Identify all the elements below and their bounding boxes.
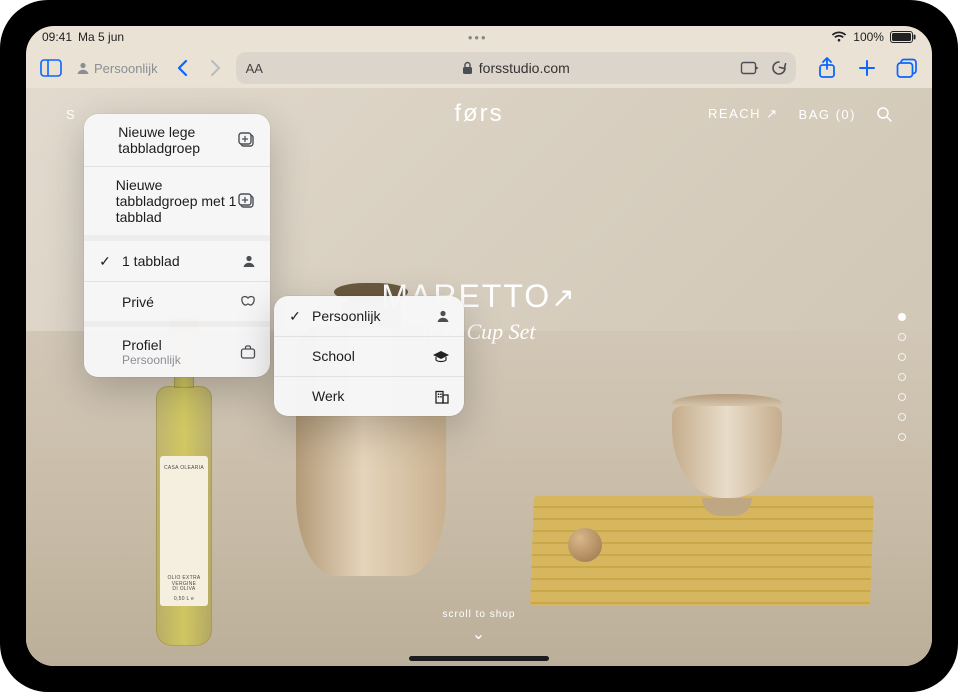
page-dot[interactable] [898, 433, 906, 441]
bottle-size: 0,50 L e [174, 597, 194, 603]
lock-icon [462, 61, 473, 75]
sidebar-button[interactable] [36, 53, 66, 83]
graduation-icon [432, 350, 450, 364]
reload-icon[interactable] [770, 59, 788, 77]
forward-button[interactable] [200, 53, 230, 83]
profile-option-werk[interactable]: Werk [274, 376, 464, 416]
chevron-down-icon: ⌄ [443, 624, 516, 644]
new-tab-button[interactable] [852, 53, 882, 83]
status-bar: 09:41 Ma 5 jun ••• 100% [26, 26, 932, 48]
profile-option-school[interactable]: School [274, 336, 464, 376]
home-indicator[interactable] [409, 656, 549, 661]
tabgroup-menu: Nieuwe lege tabbladgroep Nieuwe tabbladg… [84, 114, 270, 377]
screen: 09:41 Ma 5 jun ••• 100% Persoonlijk [26, 26, 932, 666]
tabgroup-add-icon [238, 193, 256, 209]
page-dot[interactable] [898, 313, 906, 321]
site-reach-link[interactable]: REACH ↗ [708, 106, 779, 122]
scroll-hint[interactable]: scroll to shop ⌄ [443, 609, 516, 644]
hero-cup [662, 396, 792, 516]
menu-label: Nieuwe tabbladgroep met 1 tabblad [116, 177, 238, 225]
wifi-icon [831, 31, 847, 43]
profile-option-persoonlijk[interactable]: ✓ Persoonlijk [274, 296, 464, 336]
site-brand[interactable]: førs [454, 100, 503, 128]
bottle-brand: CASA OLEARIA [164, 466, 204, 472]
checkmark-icon: ✓ [98, 253, 112, 270]
bottle-label: CASA OLEARIA OLIO EXTRA VERGINE DI OLIVA… [160, 456, 208, 606]
menu-profile-sublabel: Persoonlijk [122, 354, 181, 368]
hero-nut [568, 528, 602, 562]
ipad-device-frame: 09:41 Ma 5 jun ••• 100% Persoonlijk [0, 0, 958, 692]
menu-profile[interactable]: ProfielPersoonlijk [84, 327, 270, 377]
browser-toolbar: Persoonlijk AA forsstudio.com [26, 48, 932, 88]
site-bag-link[interactable]: BAG (0) [799, 107, 856, 122]
menu-one-tab[interactable]: ✓ 1 tabblad [84, 241, 270, 281]
profile-submenu: ✓ Persoonlijk School Werk [274, 296, 464, 416]
reader-aa-icon[interactable]: AA [246, 61, 263, 76]
url-text: forsstudio.com [479, 60, 570, 76]
menu-new-empty-tabgroup[interactable]: Nieuwe lege tabbladgroep [84, 114, 270, 166]
profile-chip-label: Persoonlijk [94, 61, 158, 76]
menu-private[interactable]: Privé [84, 281, 270, 321]
battery-percent: 100% [853, 30, 884, 44]
page-dots[interactable] [898, 313, 906, 441]
private-icon [240, 295, 256, 309]
menu-label: 1 tabblad [122, 253, 180, 269]
site-nav-left[interactable]: S [66, 107, 76, 122]
menu-new-tabgroup-with-one[interactable]: Nieuwe tabbladgroep met 1 tabblad [84, 166, 270, 235]
page-dot[interactable] [898, 393, 906, 401]
hero-arrow-icon: ↗ [551, 282, 576, 313]
checkmark-icon: ✓ [288, 308, 302, 325]
tabs-overview-button[interactable] [892, 53, 922, 83]
status-time: 09:41 [42, 30, 72, 44]
profile-chip[interactable]: Persoonlijk [72, 61, 162, 76]
bottle-line3: DI OLIVA [172, 587, 195, 593]
menu-label: Persoonlijk [312, 308, 380, 324]
menu-label: School [312, 348, 355, 364]
battery-icon [890, 31, 916, 43]
office-icon [434, 390, 450, 404]
page-dot[interactable] [898, 353, 906, 361]
tabgroup-add-icon [238, 132, 256, 148]
menu-profile-label: Profiel [122, 337, 162, 353]
page-dot[interactable] [898, 413, 906, 421]
back-button[interactable] [168, 53, 198, 83]
page-dot[interactable] [898, 373, 906, 381]
menu-label: Privé [122, 294, 154, 310]
scroll-hint-text: scroll to shop [443, 609, 516, 620]
menu-label: Werk [312, 388, 344, 404]
menu-label: ProfielPersoonlijk [122, 337, 181, 367]
menu-label: Nieuwe lege tabbladgroep [118, 124, 238, 156]
address-bar[interactable]: AA forsstudio.com [236, 52, 796, 84]
page-dot[interactable] [898, 333, 906, 341]
briefcase-icon [240, 345, 256, 359]
person-icon [76, 61, 90, 75]
status-grabber: ••• [468, 30, 488, 45]
site-search-icon[interactable] [876, 106, 892, 122]
person-icon [436, 309, 450, 323]
status-date: Ma 5 jun [78, 30, 124, 44]
person-icon [242, 254, 256, 268]
extensions-icon[interactable] [740, 60, 760, 76]
share-button[interactable] [812, 53, 842, 83]
